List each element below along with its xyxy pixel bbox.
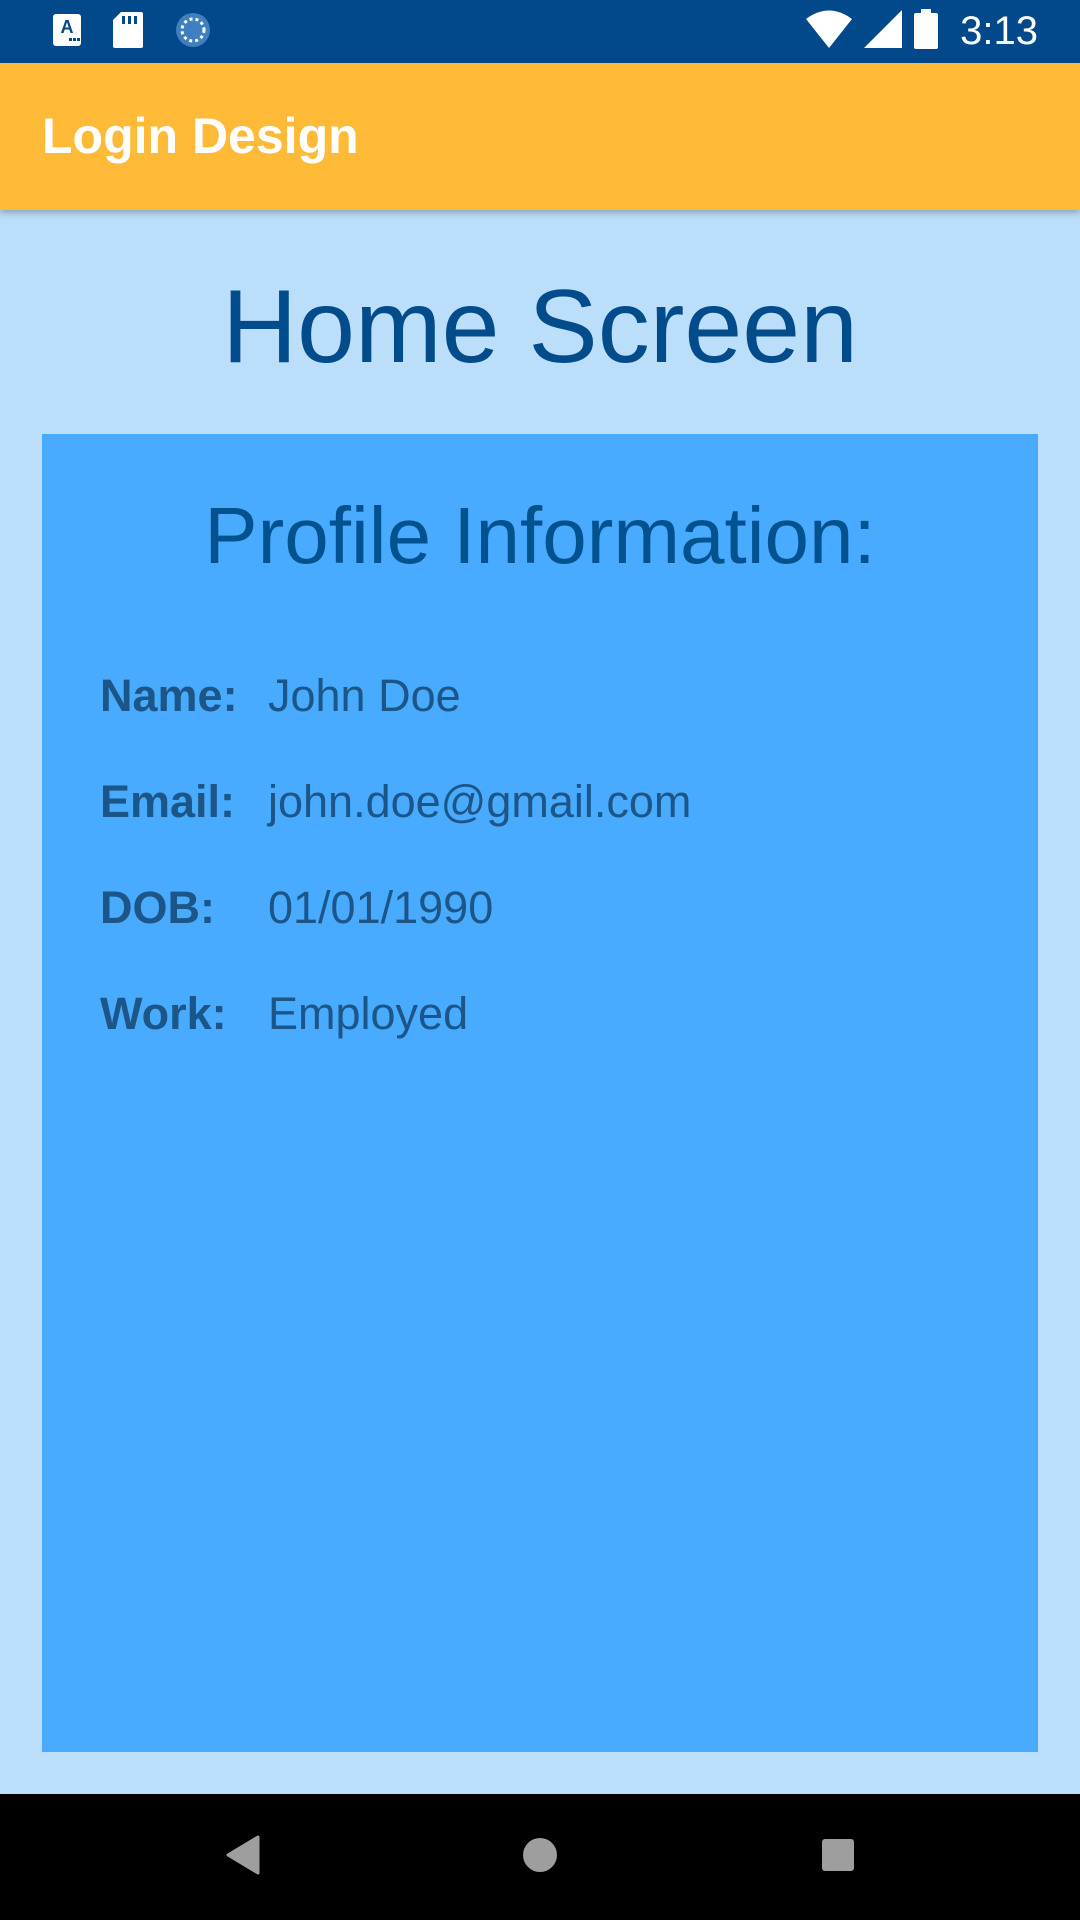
name-label: Name: xyxy=(100,670,238,721)
home-button[interactable] xyxy=(512,1829,568,1885)
sd-card-icon xyxy=(112,11,144,54)
page-title: Home Screen xyxy=(222,269,858,385)
accessibility-font-icon: A xyxy=(52,13,82,52)
wifi-icon xyxy=(806,10,853,53)
status-time: 3:13 xyxy=(960,9,1038,53)
profile-card: Profile Information: Name: John Doe Emai… xyxy=(42,434,1038,1752)
home-icon xyxy=(521,1836,559,1879)
sync-progress-icon xyxy=(174,11,212,54)
work-label: Work: xyxy=(100,988,227,1039)
app-title: Login Design xyxy=(42,108,359,164)
back-icon xyxy=(224,1835,260,1880)
name-value: John Doe xyxy=(268,670,461,721)
email-label: Email: xyxy=(100,776,236,827)
back-button[interactable] xyxy=(214,1829,270,1885)
dob-label: DOB: xyxy=(100,882,215,933)
battery-icon xyxy=(914,9,939,54)
dob-value: 01/01/1990 xyxy=(268,882,494,933)
cell-signal-icon xyxy=(864,10,903,53)
recents-icon xyxy=(821,1838,855,1877)
recents-button[interactable] xyxy=(810,1829,866,1885)
status-bar: A 3:13 xyxy=(0,0,1080,63)
profile-heading: Profile Information: xyxy=(204,491,876,580)
navigation-bar xyxy=(0,1794,1080,1920)
svg-text:A: A xyxy=(61,17,74,37)
work-value: Employed xyxy=(268,988,469,1039)
email-value: john.doe@gmail.com xyxy=(268,776,692,827)
app-bar: Login Design xyxy=(0,63,1080,210)
